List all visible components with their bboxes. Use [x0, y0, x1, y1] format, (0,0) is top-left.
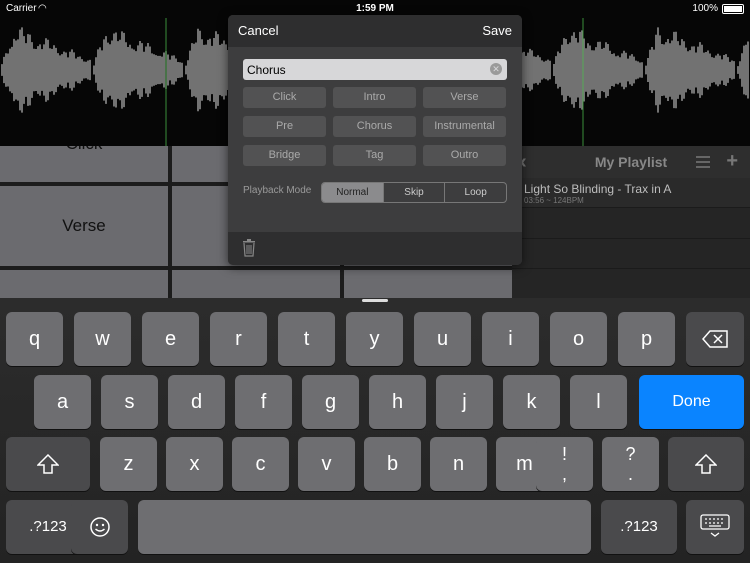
- pad-verse[interactable]: Verse: [0, 186, 168, 266]
- pad[interactable]: [172, 270, 340, 298]
- reorder-icon[interactable]: [696, 156, 710, 168]
- playback-mode-label: Playback Mode: [243, 185, 312, 196]
- key-b[interactable]: b: [364, 437, 421, 491]
- tag-button-verse[interactable]: Verse: [423, 87, 506, 108]
- key-e[interactable]: e: [142, 312, 199, 366]
- battery-percent: 100%: [692, 3, 718, 14]
- playlist-header: ‹ My Playlist +: [512, 146, 750, 178]
- shift-key-left[interactable]: [6, 437, 90, 491]
- section-name-input[interactable]: [243, 59, 473, 80]
- tag-button-instrumental[interactable]: Instrumental: [423, 116, 506, 137]
- key-p[interactable]: p: [618, 312, 675, 366]
- tag-button-pre[interactable]: Pre: [243, 116, 326, 137]
- divider: [512, 238, 750, 239]
- key-t[interactable]: t: [278, 312, 335, 366]
- key-f[interactable]: f: [235, 375, 292, 429]
- battery-icon: [722, 4, 744, 14]
- numbers-key-right[interactable]: .?123: [601, 500, 677, 554]
- key-s[interactable]: s: [101, 375, 158, 429]
- playlist-title: My Playlist: [594, 154, 668, 170]
- tag-button-intro[interactable]: Intro: [333, 87, 416, 108]
- dialog-header: Cancel Save: [228, 15, 522, 47]
- key-r[interactable]: r: [210, 312, 267, 366]
- pad-click[interactable]: Click: [0, 146, 168, 182]
- dialog-footer: [228, 232, 522, 265]
- key-h[interactable]: h: [369, 375, 426, 429]
- cancel-button[interactable]: Cancel: [238, 23, 278, 38]
- tag-button-bridge[interactable]: Bridge: [243, 145, 326, 166]
- backspace-key[interactable]: [686, 312, 744, 366]
- screen: Carrier ◠ 1:59 PM 100% Click Verse ‹ My …: [0, 0, 750, 563]
- clock: 1:59 PM: [356, 3, 394, 14]
- playback-mode-segmented-control: Normal Skip Loop: [321, 182, 507, 203]
- key-x[interactable]: x: [166, 437, 223, 491]
- key-question-period[interactable]: ?.: [602, 437, 659, 491]
- key-z[interactable]: z: [100, 437, 157, 491]
- hide-keyboard-key[interactable]: [686, 500, 744, 554]
- save-button[interactable]: Save: [482, 23, 512, 38]
- tag-button-tag[interactable]: Tag: [333, 145, 416, 166]
- key-exclam-comma[interactable]: !,: [536, 437, 593, 491]
- key-j[interactable]: j: [436, 375, 493, 429]
- tag-button-click[interactable]: Click: [243, 87, 326, 108]
- key-l[interactable]: l: [570, 375, 627, 429]
- key-i[interactable]: i: [482, 312, 539, 366]
- tag-button-outro[interactable]: Outro: [423, 145, 506, 166]
- status-bar: Carrier ◠ 1:59 PM 100%: [0, 0, 750, 18]
- playlist-item-title: Light So Blinding - Trax in A: [524, 182, 672, 196]
- playlist-panel: ‹ My Playlist + Light So Blinding - Trax…: [512, 146, 750, 298]
- key-d[interactable]: d: [168, 375, 225, 429]
- key-v[interactable]: v: [298, 437, 355, 491]
- key-c[interactable]: c: [232, 437, 289, 491]
- key-y[interactable]: y: [346, 312, 403, 366]
- edit-section-dialog: Cancel Save ✕ Click Intro Verse Pre Chorus In…: [228, 15, 522, 265]
- key-n[interactable]: n: [430, 437, 487, 491]
- pad-label: Verse: [62, 216, 106, 235]
- key-o[interactable]: o: [550, 312, 607, 366]
- emoji-key[interactable]: [71, 500, 128, 554]
- pad[interactable]: [344, 270, 512, 298]
- keyboard-drag-handle[interactable]: [362, 299, 388, 302]
- mode-skip[interactable]: Skip: [384, 183, 446, 202]
- shift-key-right[interactable]: [668, 437, 744, 491]
- key-q[interactable]: q: [6, 312, 63, 366]
- key-g[interactable]: g: [302, 375, 359, 429]
- key-a[interactable]: a: [34, 375, 91, 429]
- done-button[interactable]: Done: [639, 375, 744, 429]
- mode-loop[interactable]: Loop: [445, 183, 506, 202]
- tag-button-chorus[interactable]: Chorus: [333, 116, 416, 137]
- playlist-item-subtitle: 03:56 ~ 124BPM: [524, 196, 584, 205]
- trash-icon[interactable]: [242, 239, 256, 257]
- keyboard: q w e r t y u i o p a s d f g h j k l Done z x c v b n m!,?. .?123.…: [0, 298, 750, 563]
- key-k[interactable]: k: [503, 375, 560, 429]
- pad-label: Click: [66, 146, 103, 154]
- key-w[interactable]: w: [74, 312, 131, 366]
- divider: [512, 268, 750, 269]
- space-bar[interactable]: [138, 500, 591, 554]
- clear-text-icon[interactable]: ✕: [490, 63, 502, 75]
- section-name-field[interactable]: ✕: [243, 59, 507, 80]
- key-u[interactable]: u: [414, 312, 471, 366]
- mode-normal[interactable]: Normal: [322, 183, 384, 202]
- add-icon[interactable]: +: [726, 146, 738, 176]
- playlist-item[interactable]: Light So Blinding - Trax in A 03:56 ~ 12…: [512, 178, 750, 208]
- pad[interactable]: [0, 270, 168, 298]
